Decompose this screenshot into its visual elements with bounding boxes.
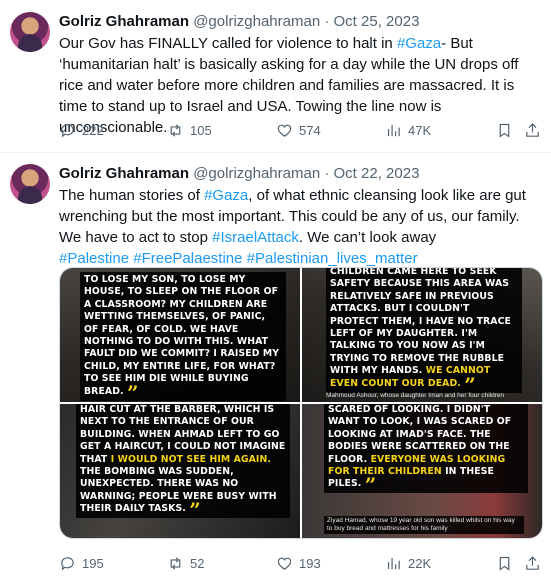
view-count: 22K	[408, 555, 432, 571]
bookmark-button[interactable]	[496, 120, 513, 140]
share-icon	[526, 555, 539, 570]
views-button[interactable]: 47K	[385, 120, 431, 140]
reply-count: 222	[82, 122, 104, 138]
reply-button[interactable]: 222	[59, 120, 104, 140]
hashtag-link[interactable]: #IsraelAttack	[212, 229, 299, 246]
reply-icon	[61, 556, 74, 571]
caption-highlight: I would not see him again.	[110, 453, 271, 465]
author-name[interactable]: Golriz Ghahraman	[59, 13, 189, 30]
reply-count: 195	[82, 555, 104, 571]
hashtag-link[interactable]: #Gaza	[397, 35, 441, 52]
action-bar: 222 105 574 47K	[59, 120, 543, 140]
tweet-text-part: The human stories of	[59, 187, 205, 204]
avatar[interactable]	[10, 164, 50, 204]
reply-button[interactable]: 195	[59, 553, 104, 573]
share-button[interactable]	[524, 120, 541, 140]
reply-icon	[61, 123, 74, 138]
caption-text: children came here to seek safety becaus…	[330, 268, 511, 377]
quote-mark-icon: ”	[189, 498, 201, 523]
view-count: 47K	[408, 122, 432, 138]
like-button[interactable]: 193	[276, 553, 321, 573]
share-button[interactable]	[524, 553, 541, 573]
tweet-header: Golriz Ghahraman @golrizghahraman · Oct …	[59, 164, 419, 184]
quote-mark-icon: ”	[126, 380, 139, 402]
repost-icon	[170, 556, 181, 570]
media-image[interactable]: hair cut at the barber, which is next to…	[60, 404, 300, 538]
views-icon	[387, 124, 400, 136]
image-credit: Ziyad Hamad, whose 19 year old son was k…	[324, 516, 524, 534]
tweet-header: Golriz Ghahraman @golrizghahraman · Oct …	[59, 12, 419, 32]
tweet-text-part: . We can’t look away	[298, 229, 437, 246]
media-grid[interactable]: to lose my son, to lose my house, to sle…	[59, 267, 543, 539]
bookmark-button[interactable]	[496, 553, 513, 573]
image-caption: children came here to seek safety becaus…	[326, 268, 522, 395]
repost-count: 105	[190, 122, 212, 138]
repost-icon	[170, 123, 181, 137]
like-button[interactable]: 574	[276, 120, 321, 140]
like-icon	[277, 124, 292, 137]
separator-dot: ·	[324, 13, 330, 30]
avatar[interactable]	[10, 12, 50, 52]
bookmark-icon	[499, 123, 510, 138]
author-handle[interactable]: @golrizghahraman	[193, 165, 320, 182]
caption-text: to lose my son, to lose my house, to sle…	[84, 274, 280, 397]
repost-button[interactable]: 105	[167, 120, 212, 140]
repost-count: 52	[190, 555, 205, 571]
action-bar: 195 52 193 22K	[59, 553, 543, 573]
hashtag-link[interactable]: #FreePalaestine	[133, 250, 242, 267]
separator-dot: ·	[324, 165, 330, 182]
tweet-date[interactable]: Oct 22, 2023	[334, 165, 420, 182]
media-image[interactable]: to lose my son, to lose my house, to sle…	[60, 268, 300, 402]
bookmark-icon	[499, 556, 510, 571]
media-image[interactable]: children came here to seek safety becaus…	[302, 268, 542, 402]
tweet-date[interactable]: Oct 25, 2023	[334, 13, 420, 30]
author-handle[interactable]: @golrizghahraman	[193, 13, 320, 30]
tweet[interactable]: Golriz Ghahraman @golrizghahraman · Oct …	[0, 0, 551, 153]
views-icon	[387, 557, 400, 569]
like-count: 193	[299, 555, 321, 571]
hashtag-link[interactable]: #Palestine	[59, 250, 129, 267]
quote-mark-icon: ”	[364, 473, 377, 498]
image-caption: scared of looking. I didn't want to look…	[324, 404, 528, 495]
image-caption: hair cut at the barber, which is next to…	[76, 404, 290, 520]
image-credit: Mahmoud Ashour, whose daughter Iman and …	[326, 392, 505, 399]
image-caption: to lose my son, to lose my house, to sle…	[80, 272, 286, 402]
hashtag-link[interactable]: #Palestinian_lives_matter	[247, 250, 418, 267]
views-button[interactable]: 22K	[385, 553, 431, 573]
tweet[interactable]: Golriz Ghahraman @golrizghahraman · Oct …	[0, 153, 551, 577]
author-name[interactable]: Golriz Ghahraman	[59, 165, 189, 182]
tweet-text-part: Our Gov has FINALLY called for violence …	[59, 35, 397, 52]
media-image[interactable]: scared of looking. I didn't want to look…	[302, 404, 542, 538]
tweet-text: The human stories of #Gaza, of what ethn…	[59, 185, 543, 269]
share-icon	[526, 122, 539, 137]
repost-button[interactable]: 52	[167, 553, 204, 573]
caption-text: The bombing was sudden, unexpected. Ther…	[80, 466, 277, 515]
like-count: 574	[299, 122, 321, 138]
hashtag-link[interactable]: #Gaza	[204, 187, 248, 204]
like-icon	[277, 557, 292, 570]
